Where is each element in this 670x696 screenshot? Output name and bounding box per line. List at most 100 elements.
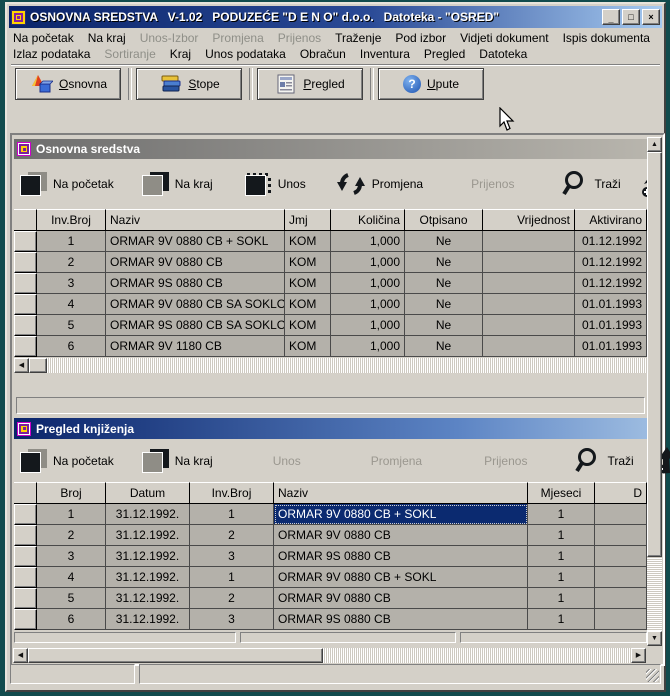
row-selector[interactable]: [14, 336, 37, 357]
menu-item-vidjeti-dokument[interactable]: Vidjeti dokument: [460, 31, 549, 45]
cell: 1,000: [331, 294, 405, 315]
header-inv-broj[interactable]: Inv.Broj: [190, 482, 274, 504]
header-otpisano[interactable]: Otpisano: [405, 209, 483, 231]
go-last-icon: [142, 449, 169, 473]
ledger-nav-na-kraj[interactable]: Na kraj: [142, 449, 213, 473]
assets-row[interactable]: 1 ORMAR 9V 0880 CB + SOKL KOM 1,000 Ne 0…: [14, 231, 647, 252]
header-mjeseci[interactable]: Mjeseci: [528, 482, 595, 504]
header-naziv[interactable]: Naziv: [274, 482, 528, 504]
scroll-thumb[interactable]: [647, 152, 662, 557]
maximize-button[interactable]: □: [622, 9, 640, 25]
row-selector[interactable]: [14, 609, 37, 630]
row-selector[interactable]: [14, 231, 37, 252]
ledger-panel-title-bar[interactable]: Pregled knjiženja: [14, 418, 647, 439]
assets-row[interactable]: 2 ORMAR 9V 0880 CB KOM 1,000 Ne 01.12.19…: [14, 252, 647, 273]
assets-row[interactable]: 5 ORMAR 9S 0880 CB SA SOKLO KOM 1,000 Ne…: [14, 315, 647, 336]
assets-row[interactable]: 3 ORMAR 9S 0880 CB KOM 1,000 Ne 01.12.19…: [14, 273, 647, 294]
cell: KOM: [285, 231, 331, 252]
row-selector[interactable]: [14, 315, 37, 336]
ledger-nav-unos: Unos: [273, 454, 301, 468]
assets-nav-unos[interactable]: Unos: [245, 172, 306, 196]
assets-row[interactable]: 4 ORMAR 9V 0880 CB SA SOKLO KOM 1,000 Ne…: [14, 294, 647, 315]
header-vrijednost[interactable]: Vrijednost: [483, 209, 575, 231]
row-selector[interactable]: [14, 294, 37, 315]
cell: 2: [190, 525, 274, 546]
close-button[interactable]: ×: [642, 9, 660, 25]
ledger-row[interactable]: 3 31.12.1992. 3 ORMAR 9S 0880 CB 1: [14, 546, 647, 567]
title-bar[interactable]: OSNOVNA SREDSTVA V-1.02 PODUZEĆE "D E N …: [9, 6, 662, 28]
cell: 01.01.1993: [575, 294, 647, 315]
menu-item-izlaz-podataka[interactable]: Izlaz podataka: [13, 47, 90, 61]
menu-item-unos-podataka[interactable]: Unos podataka: [205, 47, 286, 61]
cell: [595, 504, 647, 525]
status-section: [10, 664, 135, 684]
minimize-button[interactable]: _: [602, 9, 620, 25]
assets-panel-title: Osnovna sredstva: [36, 142, 140, 156]
scroll-left-icon[interactable]: ◀: [14, 358, 29, 373]
ledger-row[interactable]: 2 31.12.1992. 2 ORMAR 9V 0880 CB 1: [14, 525, 647, 546]
assets-nav-trazi[interactable]: Traži: [560, 170, 620, 198]
menu-item-datoteka[interactable]: Datoteka: [479, 47, 527, 61]
row-selector[interactable]: [14, 525, 37, 546]
header-aktivirano[interactable]: Aktivirano: [575, 209, 647, 231]
row-selector[interactable]: [14, 504, 37, 525]
status-section: [139, 664, 661, 684]
client-vscrollbar[interactable]: ▲ ▼: [647, 137, 662, 646]
row-selector[interactable]: [14, 252, 37, 273]
menu-item-na-kraj[interactable]: Na kraj: [88, 31, 126, 45]
assets-row[interactable]: 6 ORMAR 9V 1180 CB KOM 1,000 Ne 01.01.19…: [14, 336, 647, 357]
header-inv-broj[interactable]: Inv.Broj: [37, 209, 106, 231]
cell: 1: [190, 567, 274, 588]
assets-nav-promjena[interactable]: Promjena: [336, 171, 423, 197]
menu-item-inventura[interactable]: Inventura: [360, 47, 410, 61]
pregled-button[interactable]: Pregled: [257, 68, 363, 100]
menu-item-trazenje[interactable]: Traženje: [335, 31, 381, 45]
header-datum[interactable]: Datum: [106, 482, 190, 504]
menu-item-pregled[interactable]: Pregled: [424, 47, 465, 61]
header-kolicina[interactable]: Količina: [331, 209, 405, 231]
ledger-nav-trazi[interactable]: Traži: [573, 447, 633, 475]
cell: [595, 546, 647, 567]
scroll-down-icon[interactable]: ▼: [647, 631, 662, 646]
row-selector[interactable]: [14, 588, 37, 609]
cell: KOM: [285, 273, 331, 294]
resize-grip[interactable]: [646, 669, 659, 682]
row-selector[interactable]: [14, 546, 37, 567]
ledger-row[interactable]: 1 31.12.1992. 1 ORMAR 9V 0880 CB + SOKL …: [14, 504, 647, 525]
stope-button[interactable]: Stope: [136, 68, 242, 100]
menu-item-obracun[interactable]: Obračun: [300, 47, 346, 61]
osnovna-button[interactable]: Osnovna: [15, 68, 121, 100]
assets-panel-title-bar[interactable]: Osnovna sredstva: [14, 139, 647, 159]
cell: Ne: [405, 336, 483, 357]
header-d[interactable]: D: [595, 482, 647, 504]
ledger-row[interactable]: 6 31.12.1992. 3 ORMAR 9S 0880 CB 1: [14, 609, 647, 630]
scroll-track[interactable]: [47, 358, 647, 373]
app-icon[interactable]: [11, 10, 26, 25]
header-broj[interactable]: Broj: [37, 482, 106, 504]
assets-nav-prijenos: Prijenos: [471, 177, 514, 191]
assets-hscrollbar[interactable]: ◀: [14, 357, 647, 373]
menu-item-na-pocetak[interactable]: Na početak: [13, 31, 74, 45]
menu-item-ispis-dokumenta[interactable]: Ispis dokumenta: [563, 31, 650, 45]
upute-button[interactable]: ? Upute: [378, 68, 484, 100]
ledger-row[interactable]: 4 31.12.1992. 1 ORMAR 9V 0880 CB + SOKL …: [14, 567, 647, 588]
scroll-track[interactable]: [647, 557, 662, 631]
menu-item-kraj[interactable]: Kraj: [170, 47, 191, 61]
assets-nav-na-kraj[interactable]: Na kraj: [142, 172, 213, 196]
ledger-row[interactable]: 5 31.12.1992. 2 ORMAR 9V 0880 CB 1: [14, 588, 647, 609]
cell: ORMAR 9V 0880 CB SA SOKLO: [106, 294, 285, 315]
assets-nav-na-pocetak[interactable]: Na početak: [20, 172, 114, 196]
header-naziv[interactable]: Naziv: [106, 209, 285, 231]
selected-cell[interactable]: ORMAR 9V 0880 CB + SOKL: [274, 504, 528, 525]
go-last-icon: [142, 172, 169, 196]
panel-icon[interactable]: [17, 422, 31, 436]
cell: 6: [37, 336, 106, 357]
header-jmj[interactable]: Jmj: [285, 209, 331, 231]
scroll-thumb[interactable]: [29, 358, 47, 373]
panel-icon[interactable]: [17, 142, 31, 156]
row-selector[interactable]: [14, 567, 37, 588]
scroll-up-icon[interactable]: ▲: [647, 137, 662, 152]
ledger-nav-na-pocetak[interactable]: Na početak: [20, 449, 114, 473]
menu-item-pod-izbor[interactable]: Pod izbor: [395, 31, 446, 45]
row-selector[interactable]: [14, 273, 37, 294]
